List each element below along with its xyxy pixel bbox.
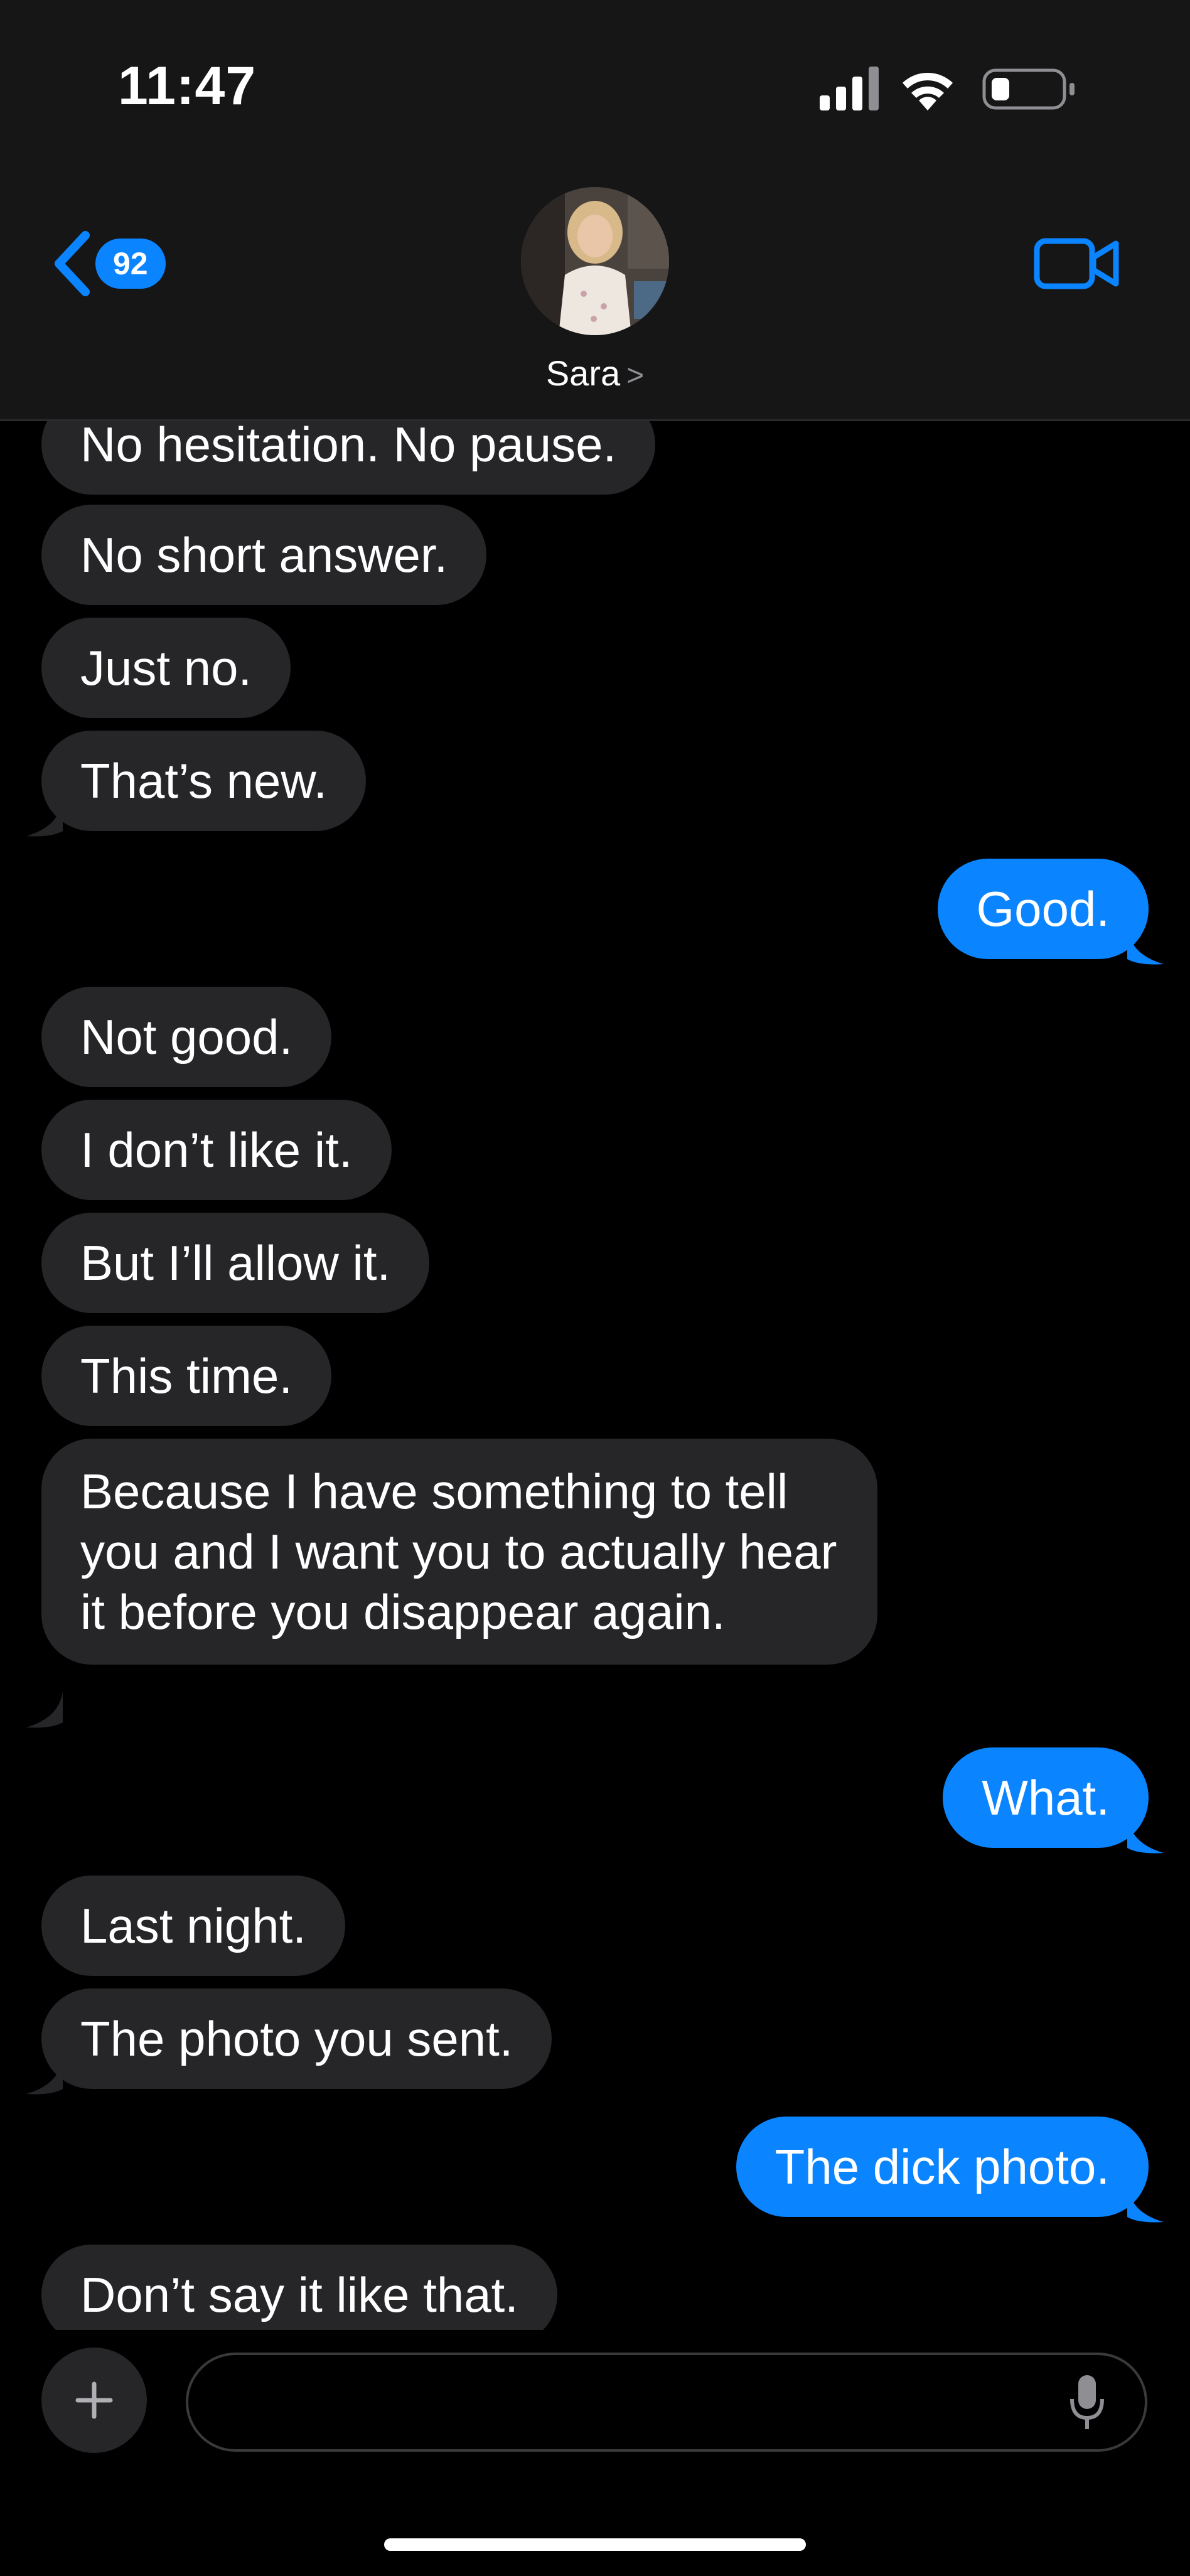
back-chevron-icon: [55, 231, 90, 296]
bubble-tail: [26, 801, 63, 837]
message-bubble-outgoing[interactable]: What.: [943, 1747, 1149, 1848]
message-bubble-incoming[interactable]: Not good.: [41, 987, 332, 1087]
message-bubble-incoming[interactable]: No short answer.: [41, 505, 487, 605]
message-bubble-outgoing[interactable]: Good.: [937, 859, 1149, 959]
plus-button[interactable]: [41, 2348, 147, 2453]
cellular-signal-icon: [820, 67, 879, 110]
bubble-tail: [26, 1692, 63, 1728]
message-bubble-incoming[interactable]: Because I have something to tell you and…: [41, 1439, 877, 1665]
avatar[interactable]: [521, 187, 669, 335]
back-button[interactable]: 92: [50, 226, 166, 301]
message-bubble-incoming[interactable]: That’s new.: [41, 731, 367, 831]
chevron-right-icon: >: [626, 359, 645, 392]
message-bubble-incoming[interactable]: Last night.: [41, 1876, 345, 1976]
conversation-header: 11:47 92 Sara >: [0, 0, 1190, 421]
message-input[interactable]: [186, 2353, 1147, 2452]
battery-icon: [982, 68, 1075, 110]
bubble-tail: [1127, 2187, 1164, 2223]
message-bubble-incoming[interactable]: This time.: [41, 1326, 332, 1426]
bubble-tail: [26, 2059, 63, 2095]
unread-count-badge: 92: [95, 239, 166, 289]
video-call-icon[interactable]: [1033, 232, 1121, 295]
message-bubble-incoming[interactable]: I don’t like it.: [41, 1100, 392, 1200]
status-icons: [820, 67, 1075, 110]
message-bubble-outgoing[interactable]: The dick photo.: [736, 2117, 1149, 2217]
message-bubble-incoming[interactable]: The photo you sent.: [41, 1988, 552, 2089]
wifi-icon: [903, 73, 953, 110]
plus-icon: [75, 2381, 113, 2419]
contact-name: Sara: [545, 353, 621, 393]
status-time: 11:47: [118, 56, 257, 116]
microphone-icon[interactable]: [1068, 2374, 1106, 2432]
bubble-tail: [1127, 929, 1164, 965]
avatar-photo: [521, 187, 669, 335]
message-bubble-incoming[interactable]: Just no.: [41, 618, 291, 718]
contact-name-button[interactable]: Sara >: [0, 353, 1190, 394]
home-indicator[interactable]: [384, 2538, 806, 2551]
bubble-tail: [1127, 1818, 1164, 1854]
message-bubble-incoming[interactable]: But I’ll allow it.: [41, 1213, 430, 1313]
